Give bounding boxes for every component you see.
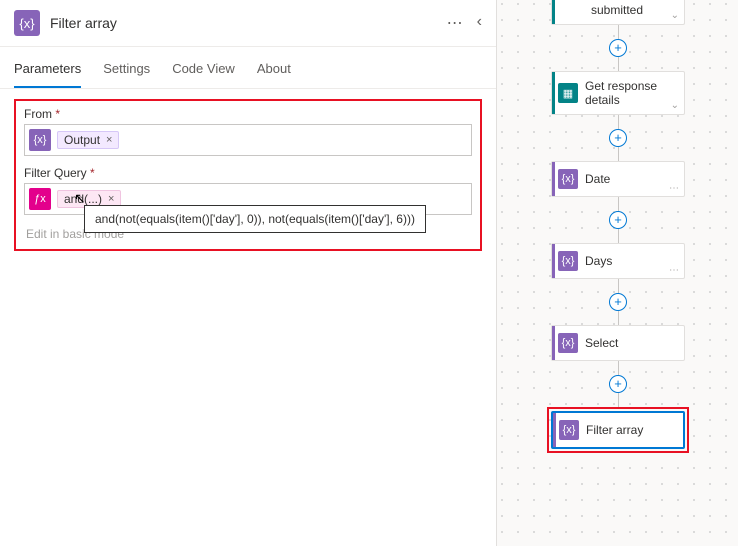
- collapse-icon[interactable]: ‹: [477, 13, 482, 33]
- cursor-icon: ↖: [74, 190, 86, 207]
- connector: [618, 361, 619, 375]
- add-step-button[interactable]: +: [609, 129, 627, 147]
- connector: [618, 197, 619, 211]
- node-label: Select: [585, 336, 676, 350]
- panel-title: Filter array: [50, 15, 447, 31]
- connector: [618, 147, 619, 161]
- tab-about[interactable]: About: [257, 47, 291, 88]
- data-op-icon: {x}: [558, 169, 578, 189]
- note-icon: ⋯: [669, 183, 678, 194]
- node-label: Days: [585, 254, 676, 268]
- flow-node-get-response[interactable]: ▦ Get response details ⌄: [551, 71, 685, 115]
- flow-canvas[interactable]: submitted ⌄ + ▦ Get response details ⌄ +…: [498, 0, 738, 546]
- node-label: Filter array: [586, 423, 675, 437]
- tab-code-view[interactable]: Code View: [172, 47, 235, 88]
- from-token-chip[interactable]: Output ×: [57, 131, 119, 149]
- remove-token-icon[interactable]: ×: [106, 134, 112, 146]
- form-area: From * {x} Output × Filter Query * ƒx an…: [0, 89, 496, 261]
- add-step-button[interactable]: +: [609, 39, 627, 57]
- node-label: Get response details: [585, 79, 676, 107]
- expand-icon[interactable]: ⌄: [671, 100, 679, 111]
- data-op-icon: {x}: [558, 251, 578, 271]
- connector: [618, 57, 619, 71]
- chip-label: Output: [64, 133, 100, 147]
- flow-node-days[interactable]: {x} Days ⋯: [551, 243, 685, 279]
- tabs: Parameters Settings Code View About: [0, 47, 496, 89]
- config-panel: {x} Filter array ⋯ ‹ Parameters Settings…: [0, 0, 497, 546]
- query-label: Filter Query *: [24, 166, 472, 180]
- from-input-icon: {x}: [29, 129, 51, 151]
- remove-token-icon[interactable]: ×: [108, 193, 114, 205]
- data-op-icon: {x}: [558, 333, 578, 353]
- connector: [618, 25, 619, 39]
- more-icon[interactable]: ⋯: [447, 13, 463, 33]
- flow-node-submitted[interactable]: submitted ⌄: [551, 0, 685, 25]
- action-icon: {x}: [14, 10, 40, 36]
- selected-node-highlight: {x} Filter array: [547, 407, 689, 453]
- flow-column: submitted ⌄ + ▦ Get response details ⌄ +…: [547, 0, 689, 453]
- from-input[interactable]: {x} Output ×: [24, 124, 472, 156]
- from-label: From *: [24, 107, 472, 121]
- connector: [618, 115, 619, 129]
- flow-node-date[interactable]: {x} Date ⋯: [551, 161, 685, 197]
- node-label: submitted: [558, 3, 676, 17]
- panel-header: {x} Filter array ⋯ ‹: [0, 0, 496, 47]
- add-step-button[interactable]: +: [609, 211, 627, 229]
- flow-node-filter-array[interactable]: {x} Filter array: [551, 411, 685, 449]
- expand-icon[interactable]: ⌄: [671, 10, 679, 21]
- tab-parameters[interactable]: Parameters: [14, 47, 81, 88]
- connector: [618, 229, 619, 243]
- add-step-button[interactable]: +: [609, 293, 627, 311]
- fx-icon: ƒx: [29, 188, 51, 210]
- connector: [618, 279, 619, 293]
- tab-settings[interactable]: Settings: [103, 47, 150, 88]
- note-icon: ⋯: [669, 265, 678, 276]
- data-op-icon: {x}: [559, 420, 579, 440]
- expression-tooltip: and(not(equals(item()['day'], 0)), not(e…: [84, 205, 426, 233]
- flow-node-select[interactable]: {x} Select: [551, 325, 685, 361]
- forms-icon: ▦: [558, 83, 578, 103]
- connector: [618, 311, 619, 325]
- node-label: Date: [585, 172, 676, 186]
- connector: [618, 393, 619, 407]
- add-step-button[interactable]: +: [609, 375, 627, 393]
